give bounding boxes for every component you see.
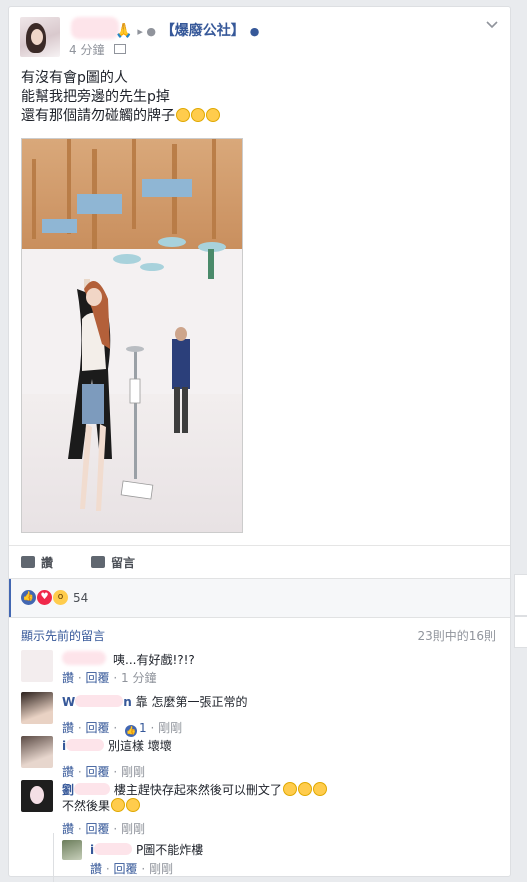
adjacent-card-edge (514, 574, 527, 616)
author-avatar[interactable] (20, 17, 60, 57)
comment-text: 咦...有好戲!?!? (113, 651, 195, 668)
commenter-name-end: n (123, 695, 132, 709)
photo-illustration (22, 139, 242, 532)
name-redaction (66, 739, 105, 751)
comment-button[interactable]: 留言 (91, 554, 135, 571)
comment-text: Wn 靠 怎麼第一張正常的 (62, 693, 247, 710)
separator: · (77, 765, 82, 779)
separator: · (105, 862, 110, 876)
comment-text: i 別這樣 壞壞 (62, 737, 172, 754)
post-photo[interactable] (21, 138, 243, 533)
laughing-emoji-icon (297, 782, 312, 796)
adjacent-card-edge (514, 616, 527, 648)
reply-body: P圖不能炸樓 (135, 843, 204, 857)
love-reaction-icon: ♥ (37, 590, 52, 605)
reaction-count: 54 (73, 591, 89, 605)
separator: · (113, 765, 118, 779)
wow-reaction-icon: o (53, 590, 68, 605)
like-label: 讚 (41, 556, 54, 570)
author-name[interactable]: 🙏 (115, 23, 132, 39)
post-time[interactable]: 4 分鐘 (69, 43, 104, 57)
commenter-name-start: W (62, 695, 76, 709)
commenter-name[interactable]: Wn (62, 695, 132, 709)
comment-actions: 讚 · 回覆 · 1 分鐘 (62, 669, 156, 686)
commenter-avatar[interactable] (21, 692, 53, 724)
comment-text-line2: 不然後果 (62, 797, 141, 814)
comment-label: 留言 (111, 556, 136, 570)
post-card: 🙏 ▸ ● 【爆廢公社】 ● 4 分鐘 有沒有會p圖的人 能幫我把旁邊的先生p掉… (8, 6, 511, 882)
post-meta: 4 分鐘 (69, 41, 127, 58)
comment-like-link[interactable]: 讚 (62, 721, 74, 735)
separator: · (150, 721, 155, 735)
smile-emoji-icon (126, 798, 141, 812)
commenter-avatar[interactable] (21, 736, 53, 768)
laughing-emoji-icon (191, 108, 205, 122)
separator: · (113, 721, 118, 735)
reply-author[interactable]: i (90, 843, 133, 857)
message-text: 還有那個請勿碰觸的牌子 (21, 108, 175, 124)
chevron-down-icon[interactable] (486, 17, 498, 33)
view-previous-comments[interactable]: 顯示先前的留言 (21, 627, 105, 644)
smile-emoji-icon (111, 798, 126, 812)
comment-actions: 讚 · 回覆 · 👍 1 · 剛剛 (62, 719, 182, 737)
laughing-emoji-icon (312, 782, 327, 796)
separator: · (141, 862, 146, 876)
comment-reply-link[interactable]: 回覆 (86, 765, 110, 779)
message-line: 有沒有會p圖的人 (21, 70, 128, 86)
comment-text: 劉 樓主趕快存起來然後可以刪文了 (62, 781, 327, 798)
comment-time[interactable]: 剛剛 (121, 765, 145, 779)
reaction-summary[interactable]: 👍 ♥ o 54 (9, 578, 510, 618)
laughing-emoji-icon (176, 108, 190, 122)
comment-reply-link[interactable]: 回覆 (86, 671, 110, 685)
commenter-avatar[interactable] (21, 780, 53, 812)
reply-text: i P圖不能炸樓 (90, 841, 203, 858)
comment-time[interactable]: 1 分鐘 (121, 671, 156, 685)
laughing-emoji-icon (206, 108, 220, 122)
comment-like-link[interactable]: 讚 (62, 765, 74, 779)
like-reaction-icon: 👍 (21, 590, 36, 605)
name-redaction (94, 843, 133, 855)
separator: · (77, 671, 82, 685)
separator: · (113, 671, 118, 685)
commenter-name[interactable]: 劉 (62, 783, 111, 797)
post-message: 有沒有會p圖的人 能幫我把旁邊的先生p掉 還有那個請勿碰觸的牌子 (21, 69, 220, 126)
comment-body: 樓主趕快存起來然後可以刪文了 (113, 783, 282, 797)
group-name[interactable]: 【爆廢公社】 (161, 23, 245, 39)
comment-like-count[interactable]: 1 (139, 721, 147, 735)
comment-body: 咦...有好戲!?!? (113, 653, 195, 667)
comment-reply-link[interactable]: 回覆 (86, 721, 110, 735)
reply-reply-link[interactable]: 回覆 (114, 862, 138, 876)
post-actions: 讚 留言 (9, 545, 510, 576)
commenter-avatar[interactable] (21, 650, 53, 682)
message-line: 還有那個請勿碰觸的牌子 (21, 107, 220, 126)
thumbs-up-icon (21, 556, 35, 568)
comment-body-cont: 不然後果 (62, 799, 111, 813)
group-icon (114, 44, 127, 54)
separator: · (77, 721, 82, 735)
reply-actions: 讚 · 回覆 · 剛剛 (90, 860, 173, 877)
comment-actions: 讚 · 回覆 · 剛剛 (62, 763, 145, 780)
comment-body: 靠 怎麼第一張正常的 (135, 695, 248, 709)
comment-body: 別這樣 壞壞 (107, 739, 172, 753)
group-separator: ▸ ● (137, 25, 156, 38)
trailing-dot: ● (249, 25, 260, 38)
like-button[interactable]: 讚 (21, 554, 53, 571)
comment-like-link[interactable]: 讚 (62, 671, 74, 685)
comment-time[interactable]: 剛剛 (158, 721, 182, 735)
name-redaction (75, 695, 124, 707)
reply-avatar[interactable] (62, 840, 82, 860)
comment-pager: 23則中的16則 (417, 629, 496, 643)
laughing-emoji-icon (282, 782, 297, 796)
commenter-name-start: 劉 (62, 783, 75, 797)
speech-bubble-icon (91, 556, 105, 568)
reaction-accent-bar (9, 579, 11, 617)
name-redaction (74, 783, 111, 795)
reply-time[interactable]: 剛剛 (149, 862, 173, 876)
commenter-name-redacted (62, 651, 106, 665)
commenter-name[interactable]: i (62, 739, 105, 753)
message-line: 能幫我把旁邊的先生p掉 (21, 89, 170, 105)
reply-like-link[interactable]: 讚 (90, 862, 102, 876)
like-count-icon: 👍 (125, 725, 137, 737)
post-header: 🙏 ▸ ● 【爆廢公社】 ● (71, 20, 259, 40)
